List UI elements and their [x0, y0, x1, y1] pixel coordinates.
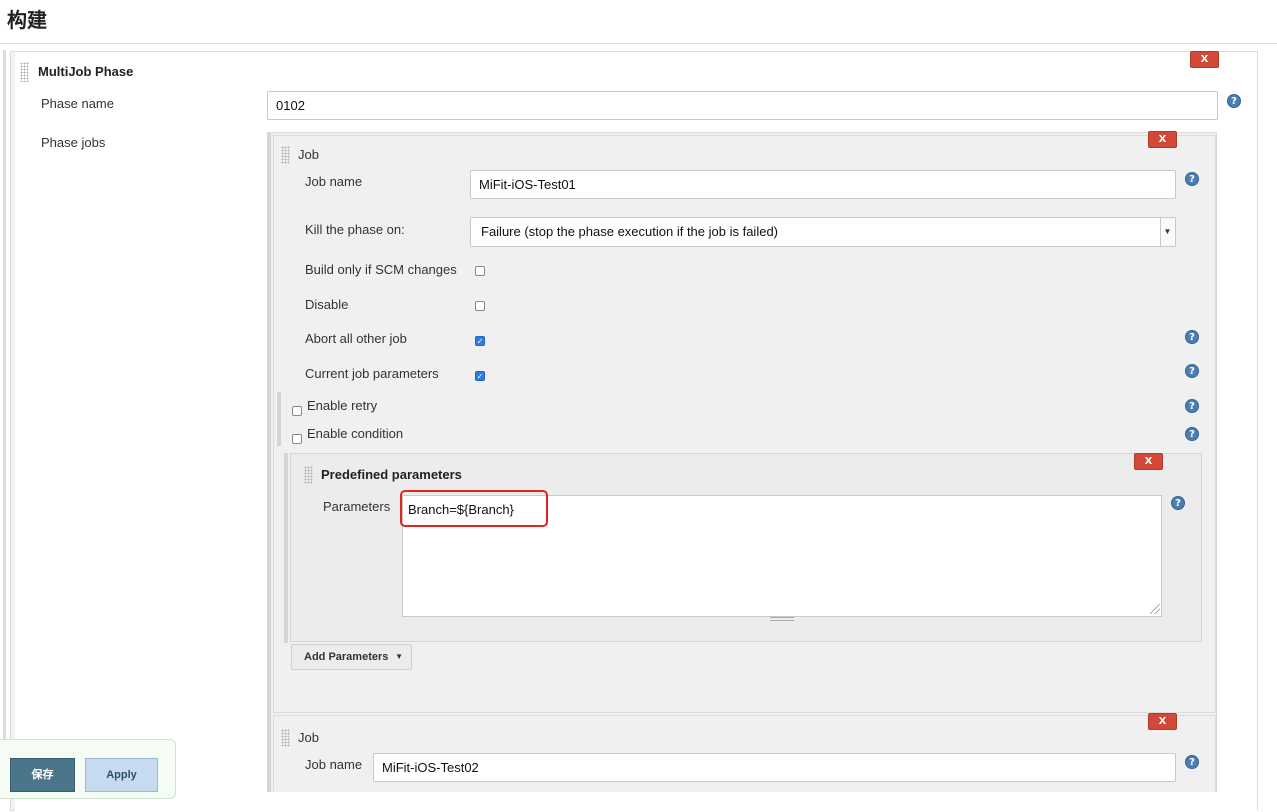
abort-all-help-icon[interactable]: ? [1185, 330, 1199, 344]
parameters-help-icon[interactable]: ? [1171, 496, 1185, 510]
phase-name-help-icon[interactable]: ? [1227, 94, 1241, 108]
phase-jobs-bar [267, 132, 271, 792]
enable-retry-help-icon[interactable]: ? [1185, 399, 1199, 413]
job-delete-button[interactable]: X [1148, 713, 1177, 730]
job-name-input[interactable]: MiFit-iOS-Test01 [470, 170, 1176, 199]
current-params-checkbox[interactable] [475, 371, 485, 381]
save-button[interactable]: 保存 [10, 758, 75, 792]
job-drag-handle[interactable] [281, 729, 290, 747]
predefined-title: Predefined parameters [321, 467, 462, 482]
phase-drag-handle[interactable] [20, 62, 29, 82]
kill-phase-select[interactable]: Failure (stop the phase execution if the… [470, 217, 1176, 247]
parameters-label: Parameters [323, 499, 391, 514]
job-title: Job [298, 730, 319, 745]
job-delete-button[interactable]: X [1148, 131, 1177, 148]
textarea-resize-grip[interactable] [770, 617, 794, 621]
chevron-down-icon[interactable]: ▼ [1160, 218, 1174, 246]
build-only-scm-checkbox[interactable] [475, 266, 485, 276]
kill-phase-selected-value: Failure (stop the phase execution if the… [481, 224, 779, 239]
current-params-help-icon[interactable]: ? [1185, 364, 1199, 378]
phase-name-input[interactable]: 0102 [267, 91, 1218, 120]
job-name-help-icon[interactable]: ? [1185, 172, 1199, 186]
disable-label: Disable [305, 297, 349, 312]
highlight-annotation [400, 490, 548, 527]
phase-delete-button[interactable]: X [1190, 51, 1219, 68]
add-parameters-label: Add Parameters [304, 651, 389, 663]
job-drag-handle[interactable] [281, 146, 290, 164]
enable-retry-checkbox[interactable] [292, 406, 302, 416]
optional-block-bar [277, 392, 281, 446]
section-left-bar [3, 50, 6, 792]
current-params-label: Current job parameters [305, 366, 439, 381]
build-only-scm-label: Build only if SCM changes [305, 262, 457, 277]
add-parameters-button[interactable]: Add Parameters ▼ [291, 644, 412, 670]
section-title: 构建 [7, 8, 47, 32]
job-name-help-icon[interactable]: ? [1185, 755, 1199, 769]
resize-corner-icon[interactable] [1150, 604, 1160, 614]
chevron-down-icon: ▼ [395, 652, 403, 661]
job-name-label: Job name [305, 757, 363, 772]
enable-condition-label: Enable condition [307, 426, 404, 441]
phase-jobs-label: Phase jobs [41, 135, 106, 150]
disable-checkbox[interactable] [475, 301, 485, 311]
job-name-input[interactable]: MiFit-iOS-Test02 [373, 753, 1176, 782]
job-name-label: Job name [305, 174, 363, 189]
predefined-drag-handle[interactable] [304, 466, 313, 484]
section-divider [0, 43, 1277, 44]
abort-all-checkbox[interactable] [475, 336, 485, 346]
apply-button[interactable]: Apply [85, 758, 158, 792]
phase-title: MultiJob Phase [38, 64, 134, 79]
predefined-bar [284, 453, 288, 643]
abort-all-label: Abort all other job [305, 331, 407, 346]
enable-condition-help-icon[interactable]: ? [1185, 427, 1199, 441]
kill-phase-label: Kill the phase on: [305, 222, 405, 237]
phase-name-label: Phase name [41, 96, 114, 111]
job-title: Job [298, 147, 319, 162]
enable-retry-label: Enable retry [307, 398, 378, 413]
enable-condition-checkbox[interactable] [292, 434, 302, 444]
predefined-delete-button[interactable]: X [1134, 453, 1163, 470]
